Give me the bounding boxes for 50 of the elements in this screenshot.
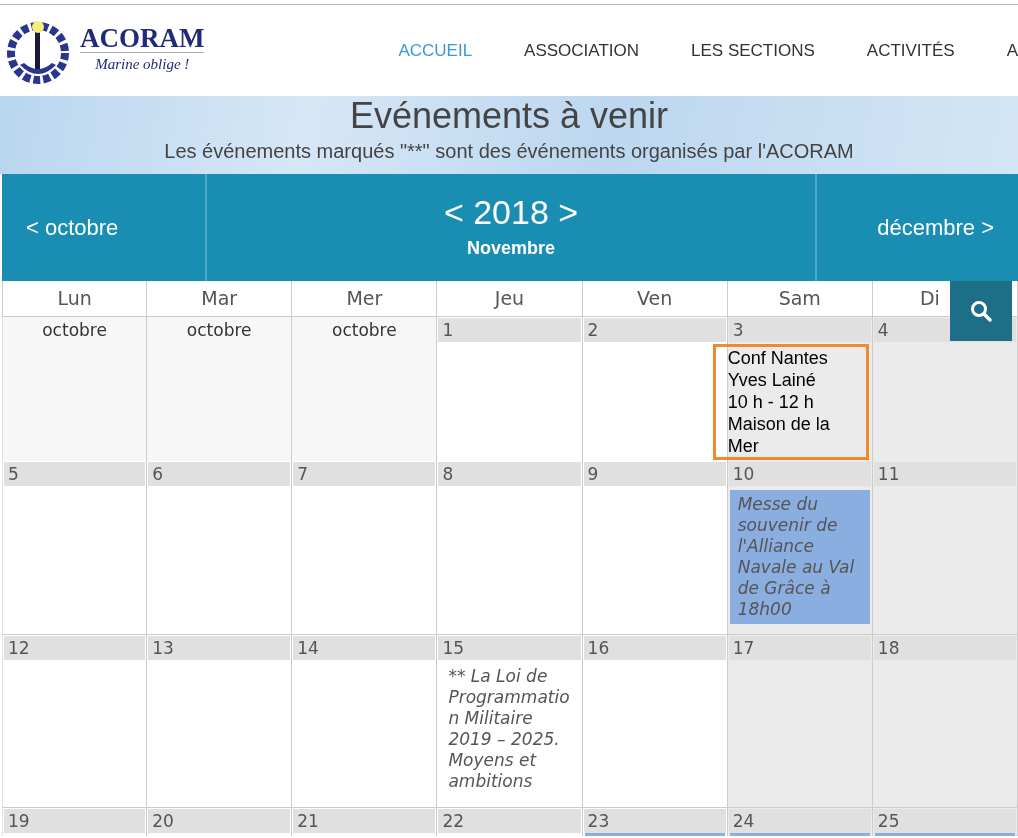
search-icon [970,300,992,322]
day-number: 5 [4,462,146,486]
day-number: 11 [873,462,1016,486]
day-number: 24 [728,809,871,833]
day-number: 2 [583,318,726,342]
day-number: 1 [438,318,581,342]
day-number: 13 [148,636,291,660]
weekday-label: Lun [57,287,92,309]
weekday-label: Jeu [494,287,525,309]
day-number: 25 [873,809,1016,833]
day-number: 21 [293,809,436,833]
day-number: 6 [148,462,291,486]
day-number: 20 [148,809,291,833]
calendar-cell: octobre [147,317,293,462]
day-number: 8 [438,462,581,486]
day-number: 16 [583,636,726,660]
page-title: Evénements à venir [349,96,669,136]
year-selector[interactable]: < 2018 > [443,193,579,231]
day-number: 12 [4,636,146,660]
page-subtitle: Les événements marqués "**" sont des événements organisés par l'ACORAM [164,139,854,164]
calendar-cell: octobre [292,317,438,462]
weekday-label: Sam [778,287,821,309]
event-entry[interactable]: ** La Loi de Programmatio n Militaire 2019 – 2025. Moyens et ambitions [438,660,581,798]
search-button[interactable] [950,281,1012,341]
day-number: 14 [293,636,436,660]
nav-link[interactable]: ASSOCIATION [524,37,640,64]
day-number: 9 [583,462,726,486]
weekday-label: Ven [637,287,673,309]
day-number: 3 [728,318,871,342]
weekday-label: Mar [201,287,238,309]
previous-month-link[interactable]: < octobre [26,211,119,244]
weekday-label: Di [919,287,940,309]
event-entry[interactable]: Conf Nantes Yves Lainé 10 h - 12 h Maison de la Mer [712,344,869,460]
day-number: 17 [728,636,871,660]
nav-link[interactable]: LES SECTIONS [691,37,815,64]
day-number: 22 [438,809,581,833]
nav-link[interactable]: A [1006,37,1018,64]
weekday-label: Mer [346,287,383,309]
day-number: 23 [583,809,726,833]
site-tagline: Marine oblige ! [94,55,191,75]
day-number: 15 [438,636,581,660]
site-name: ACORAM [80,25,205,54]
calendar-cell: octobre [2,317,148,462]
day-number: 10 [728,462,871,486]
day-number: 18 [873,636,1016,660]
next-month-link[interactable]: décembre > [877,211,994,244]
month-label: Novembre [467,237,555,260]
nav-link[interactable]: ACTIVITÉS [866,37,955,64]
day-number: 19 [4,809,146,833]
day-number: 7 [293,462,436,486]
